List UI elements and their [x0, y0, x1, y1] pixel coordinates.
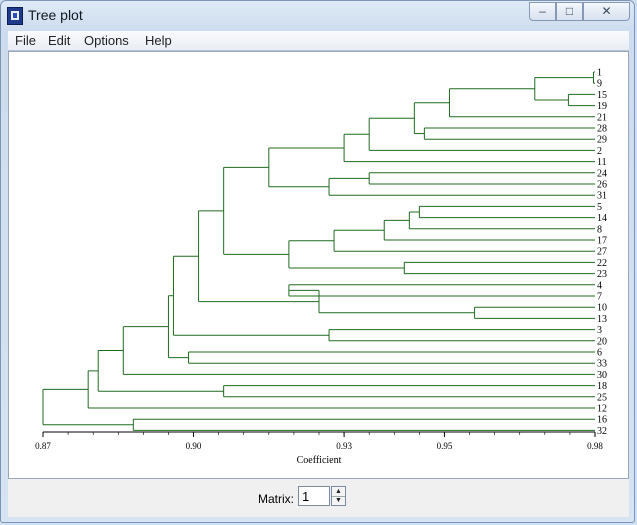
title-bar[interactable]: Tree plot ‒ □ ✕: [1, 1, 634, 31]
maximize-button[interactable]: □: [556, 2, 583, 21]
menu-options[interactable]: Options: [84, 33, 129, 48]
leaf-label: 19: [597, 101, 607, 112]
leaf-label: 30: [597, 370, 607, 381]
spin-down-icon[interactable]: ▼: [332, 496, 345, 505]
leaf-label: 32: [597, 426, 607, 437]
leaf-label: 2: [597, 146, 602, 157]
leaf-label: 11: [597, 157, 607, 168]
leaf-label: 23: [597, 269, 607, 280]
x-tick-label: 0.98: [587, 441, 603, 451]
close-button[interactable]: ✕: [583, 2, 630, 21]
leaf-label: 6: [597, 348, 602, 359]
dendrogram-chart: 1915192128292112426315148172722234710133…: [35, 68, 607, 467]
matrix-label: Matrix:: [258, 492, 294, 506]
leaf-label: 10: [597, 303, 607, 314]
leaf-label: 5: [597, 202, 602, 213]
status-panel: Matrix: 1 ▲ ▼: [8, 479, 629, 517]
leaf-label: 9: [597, 79, 602, 90]
x-tick-label: 0.93: [336, 441, 352, 451]
menu-help[interactable]: Help: [145, 33, 172, 48]
tree-plot-window: Tree plot ‒ □ ✕ File Edit Options Help 1…: [0, 0, 635, 523]
x-tick-label: 0.95: [437, 441, 453, 451]
leaf-label: 33: [597, 359, 607, 370]
leaf-label: 20: [597, 336, 607, 347]
matrix-input[interactable]: 1: [298, 486, 330, 506]
leaf-label: 18: [597, 381, 607, 392]
menu-bar: File Edit Options Help: [8, 31, 629, 51]
x-tick-label: 0.90: [186, 441, 202, 451]
matrix-spinner[interactable]: ▲ ▼: [331, 486, 346, 506]
leaf-label: 13: [597, 314, 607, 325]
leaf-label: 1: [597, 68, 602, 79]
menu-file[interactable]: File: [15, 33, 36, 48]
plot-area: 1 9 15 19 21 28 29 2 11 24 26 31 5 14 8 17 27 22 23 4 7 10 13 3…: [8, 51, 629, 479]
leaf-label: 4: [597, 280, 602, 291]
leaf-label: 24: [597, 168, 607, 179]
menu-edit[interactable]: Edit: [48, 33, 70, 48]
leaf-label: 26: [597, 180, 607, 191]
leaf-label: 8: [597, 224, 602, 235]
minimize-button[interactable]: ‒: [529, 2, 556, 21]
leaf-label: 3: [597, 325, 602, 336]
x-axis-title: Coefficient: [297, 455, 342, 466]
leaf-label: 22: [597, 258, 607, 269]
leaf-label: 25: [597, 392, 607, 403]
leaf-label: 15: [597, 90, 607, 101]
leaf-label: 29: [597, 135, 607, 146]
leaf-label: 12: [597, 404, 607, 415]
leaf-label: 21: [597, 112, 607, 123]
leaf-label: 7: [597, 292, 602, 303]
leaf-label: 28: [597, 124, 607, 135]
leaf-label: 14: [597, 213, 607, 224]
x-tick-label: 0.87: [35, 441, 51, 451]
leaf-label: 27: [597, 247, 607, 258]
window-title: Tree plot: [28, 7, 83, 23]
leaf-label: 17: [597, 236, 607, 247]
leaf-label: 16: [597, 415, 607, 426]
leaf-label: 31: [597, 191, 607, 202]
app-icon[interactable]: [7, 7, 23, 25]
